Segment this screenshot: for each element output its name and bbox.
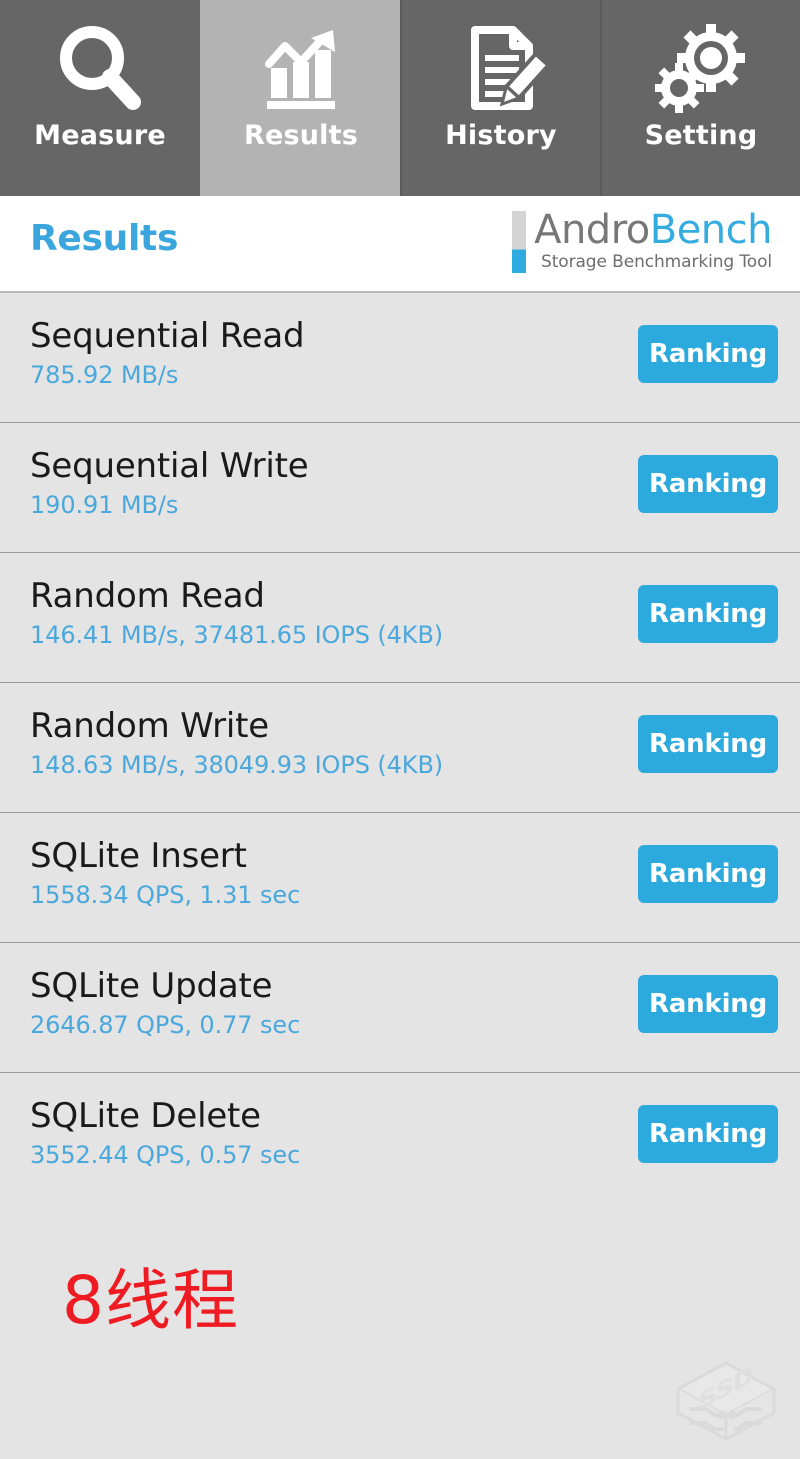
ranking-button[interactable]: Ranking [638,455,778,513]
tab-measure-label: Measure [34,120,166,151]
main-tab-bar: Measure Results History Setting [0,0,800,196]
tab-measure[interactable]: Measure [0,0,200,196]
bar-chart-arrow-icon [255,18,347,118]
result-value: 148.63 MB/s, 38049.93 IOPS (4KB) [30,751,444,779]
result-name: Random Write [30,706,269,746]
table-row[interactable]: Random Write 148.63 MB/s, 38049.93 IOPS … [0,683,800,813]
result-texts: SQLite Insert 1558.34 QPS, 1.31 sec [30,835,300,911]
ranking-button[interactable]: Ranking [638,325,778,383]
result-value: 1558.34 QPS, 1.31 sec [30,881,301,909]
ranking-button[interactable]: Ranking [638,1105,778,1163]
result-texts: Random Read 146.41 MB/s, 37481.65 IOPS (… [30,575,443,651]
result-value: 146.41 MB/s, 37481.65 IOPS (4KB) [30,621,444,649]
page-title: Results [30,218,179,259]
result-texts: SQLite Delete 3552.44 QPS, 0.57 sec [30,1095,300,1171]
result-texts: Random Write 148.63 MB/s, 38049.93 IOPS … [30,705,443,781]
result-name: Random Read [30,576,265,616]
table-row[interactable]: Sequential Read 785.92 MB/s Ranking [0,293,800,423]
result-texts: Sequential Read 785.92 MB/s [30,315,305,391]
ranking-button[interactable]: Ranking [638,715,778,773]
result-value: 3552.44 QPS, 0.57 sec [30,1141,301,1169]
ranking-button[interactable]: Ranking [638,845,778,903]
tab-history-label: History [445,120,557,151]
result-name: SQLite Update [30,966,273,1006]
table-row[interactable]: SQLite Insert 1558.34 QPS, 1.31 sec Rank… [0,813,800,943]
result-value: 2646.87 QPS, 0.77 sec [30,1011,301,1039]
logo-bar-icon [512,211,527,273]
result-value: 785.92 MB/s [30,361,179,389]
gears-icon [655,18,747,118]
tab-results-label: Results [243,120,359,151]
tab-setting[interactable]: Setting [600,0,800,196]
table-row[interactable]: SQLite Update 2646.87 QPS, 0.77 sec Rank… [0,943,800,1073]
svg-text:SSD: SSD [699,1360,754,1416]
ranking-button[interactable]: Ranking [638,975,778,1033]
result-name: Sequential Write [30,446,309,486]
page-header: Results AndroBench Storage Benchmarking … [0,196,800,293]
result-texts: Sequential Write 190.91 MB/s [30,445,309,521]
ssd-box-watermark-icon: SSD [666,1351,786,1451]
document-pencil-icon [455,18,547,118]
ranking-button[interactable]: Ranking [638,585,778,643]
table-row[interactable]: SQLite Delete 3552.44 QPS, 0.57 sec Rank… [0,1073,800,1203]
androbench-logo: AndroBench Storage Benchmarking Tool [512,209,773,273]
tab-results[interactable]: Results [200,0,400,196]
result-name: SQLite Delete [30,1096,261,1136]
result-name: SQLite Insert [30,836,247,876]
tab-history[interactable]: History [400,0,600,196]
logo-text: AndroBench Storage Benchmarking Tool [534,209,772,272]
logo-wordmark: AndroBench [534,209,772,251]
androbench-results-screen: Measure Results History Setting Results … [0,0,800,1459]
result-texts: SQLite Update 2646.87 QPS, 0.77 sec [30,965,300,1041]
thread-count-annotation: 8线程 [62,1262,239,1339]
tab-setting-label: Setting [644,120,758,151]
logo-subtitle: Storage Benchmarking Tool [541,252,772,272]
result-value: 190.91 MB/s [30,491,179,519]
logo-secondary-text: Bench [649,207,773,253]
logo-primary-text: Andro [534,207,650,253]
results-list: Sequential Read 785.92 MB/s Ranking Sequ… [0,293,800,1203]
result-name: Sequential Read [30,316,305,356]
table-row[interactable]: Random Read 146.41 MB/s, 37481.65 IOPS (… [0,553,800,683]
magnifier-icon [54,18,146,118]
table-row[interactable]: Sequential Write 190.91 MB/s Ranking [0,423,800,553]
